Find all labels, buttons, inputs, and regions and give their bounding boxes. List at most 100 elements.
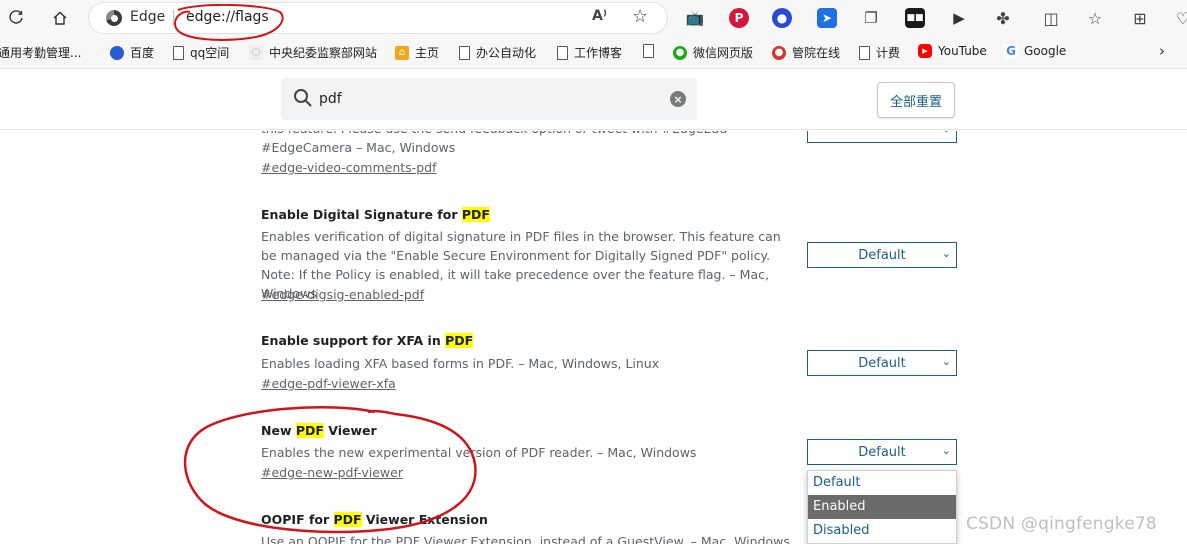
- blue-orb-extension-icon[interactable]: ●: [772, 8, 792, 28]
- collections-icon[interactable]: ⊞: [1130, 8, 1150, 28]
- address-bar[interactable]: Edge edge://flags A⁾ ☆: [89, 3, 667, 33]
- page-icon: [557, 45, 568, 60]
- experiment-title: OOPIF for PDF Viewer Extension: [261, 512, 488, 527]
- experiment-title: Enable support for XFA in PDF: [261, 333, 474, 348]
- page-icon: [859, 45, 870, 60]
- experiments-list: ⌄ this feature. Please use the send feed…: [0, 131, 1187, 544]
- play-extension-icon[interactable]: ▶: [949, 8, 969, 28]
- browser-toolbar: Edge edge://flags A⁾ ☆ 📺 P ● ➤ ❐ ■■ ▶ ✤ …: [0, 0, 1187, 36]
- select-value: Default: [858, 355, 906, 371]
- bookmark-item[interactable]: 工作博客: [557, 44, 622, 61]
- dropdown-option[interactable]: Default: [808, 471, 956, 495]
- experiment-title: New PDF Viewer: [261, 423, 377, 438]
- bookmark-item[interactable]: ● 微信网页版: [673, 44, 753, 61]
- search-icon: [294, 89, 312, 107]
- title-highlight: PDF: [445, 333, 474, 348]
- copy-extension-icon[interactable]: ❐: [861, 8, 881, 28]
- experiment-description: Enables the new experimental version of …: [261, 445, 697, 460]
- bookmark-item[interactable]: 🐾 百度: [110, 44, 154, 61]
- bookmark-label: 通用考勤管理...: [0, 46, 82, 60]
- chevron-right-icon[interactable]: ›: [1159, 42, 1165, 60]
- title-text: OOPIF for: [261, 512, 334, 527]
- bookmark-item[interactable]: ● 管院在线: [772, 44, 840, 61]
- bookmark-item[interactable]: G Google: [1004, 44, 1066, 58]
- experiment-select[interactable]: Default ⌄: [807, 439, 957, 465]
- title-text: Viewer: [323, 423, 377, 438]
- experiment-select[interactable]: Default ⌄: [807, 350, 957, 376]
- bookmark-item[interactable]: 办公自动化: [459, 44, 536, 61]
- experiment-description: Use an OOPIF for the PDF Viewer Extensio…: [261, 534, 794, 544]
- bookmark-item[interactable]: ◌ 中央纪委监察部网站: [249, 44, 377, 61]
- pinterest-extension-icon[interactable]: P: [729, 8, 749, 28]
- bilibili-extension-icon[interactable]: 📺: [685, 8, 705, 28]
- experiment-description: this feature. Please use the send feedba…: [261, 131, 727, 155]
- experiment-select[interactable]: ⌄: [807, 131, 957, 143]
- school-icon: ●: [772, 45, 786, 60]
- bookmark-label: qq空间: [190, 46, 230, 60]
- ccdi-icon: ◌: [249, 45, 263, 60]
- bookmark-item[interactable]: [643, 44, 660, 58]
- search-input[interactable]: [319, 88, 649, 110]
- flags-search-box[interactable]: ×: [281, 78, 697, 120]
- extensions-puzzle-icon[interactable]: ✤: [993, 8, 1013, 28]
- bookmark-label: 微信网页版: [693, 46, 754, 60]
- refresh-icon[interactable]: [3, 5, 29, 31]
- bookmark-item[interactable]: 通用考勤管理...: [0, 44, 81, 61]
- address-divider: [173, 10, 174, 26]
- chevron-down-icon: ⌄: [941, 247, 951, 260]
- bookmark-label: 主页: [415, 46, 440, 60]
- watermark: CSDN @qingfengke78: [966, 514, 1157, 534]
- flags-search-header: × 全部重置: [0, 70, 1187, 130]
- edge-logo-icon: [106, 10, 122, 26]
- read-aloud-icon[interactable]: A⁾: [592, 8, 607, 24]
- title-highlight: PDF: [295, 423, 324, 438]
- reset-all-button[interactable]: 全部重置: [877, 82, 955, 118]
- address-site-label: Edge: [130, 9, 166, 25]
- bookmark-item[interactable]: 计费: [859, 44, 900, 61]
- page-icon: [643, 44, 654, 58]
- experiment-link[interactable]: #edge-digsig-enabled-pdf: [261, 287, 424, 302]
- bookmark-label: 工作博客: [574, 46, 623, 60]
- split-screen-icon[interactable]: ◫: [1041, 8, 1061, 28]
- bookmark-item[interactable]: ▶ YouTube: [918, 44, 987, 58]
- bookmark-item[interactable]: qq空间: [173, 44, 229, 61]
- dropdown-option[interactable]: Disabled: [808, 519, 956, 543]
- arrow-extension-icon[interactable]: ➤: [817, 8, 837, 28]
- experiment-select[interactable]: Default ⌄: [807, 242, 957, 268]
- home-icon[interactable]: [47, 5, 73, 31]
- favorite-star-icon[interactable]: ☆: [632, 6, 648, 27]
- page-icon: [459, 45, 470, 60]
- black-extension-icon[interactable]: ■■: [905, 8, 925, 28]
- google-icon: G: [1004, 44, 1018, 58]
- youtube-icon: ▶: [918, 44, 932, 58]
- select-value: Default: [858, 247, 906, 263]
- clear-search-icon[interactable]: ×: [670, 91, 686, 107]
- favorites-icon[interactable]: ☆: [1085, 8, 1105, 28]
- experiment-link[interactable]: #edge-video-comments-pdf: [261, 160, 436, 175]
- page-icon: [173, 45, 184, 60]
- bookmark-label: 中央纪委监察部网站: [269, 46, 378, 60]
- bookmark-label: 管院在线: [792, 46, 841, 60]
- baidu-icon: 🐾: [110, 45, 124, 60]
- experiment-link[interactable]: #edge-new-pdf-viewer: [261, 465, 403, 480]
- bookmark-label: Google: [1024, 44, 1067, 58]
- chevron-down-icon: ⌄: [941, 355, 951, 368]
- bookmark-label: 百度: [130, 46, 155, 60]
- heart-rate-icon[interactable]: ♡: [1173, 8, 1187, 28]
- experiment-description: Enables loading XFA based forms in PDF. …: [261, 356, 660, 371]
- title-highlight: PDF: [333, 512, 362, 527]
- bookmarks-bar: 通用考勤管理... 🐾 百度 qq空间 ◌ 中央纪委监察部网站 ⌂ 主页 办公自…: [0, 36, 1187, 69]
- title-text: Enable Digital Signature for: [261, 207, 462, 222]
- title-highlight: PDF: [461, 207, 490, 222]
- home-icon: ⌂: [395, 45, 409, 60]
- bookmark-label: YouTube: [938, 44, 987, 58]
- wechat-icon: ●: [673, 45, 687, 60]
- experiment-link[interactable]: #edge-pdf-viewer-xfa: [261, 376, 396, 391]
- select-dropdown: Default Enabled Disabled: [807, 470, 957, 544]
- title-text: Enable support for XFA in: [261, 333, 446, 348]
- address-url[interactable]: edge://flags: [186, 9, 269, 25]
- bookmark-item[interactable]: ⌂ 主页: [395, 44, 439, 61]
- bookmark-label: 计费: [876, 46, 901, 60]
- select-value: Default: [858, 444, 906, 460]
- dropdown-option-selected[interactable]: Enabled: [808, 495, 956, 519]
